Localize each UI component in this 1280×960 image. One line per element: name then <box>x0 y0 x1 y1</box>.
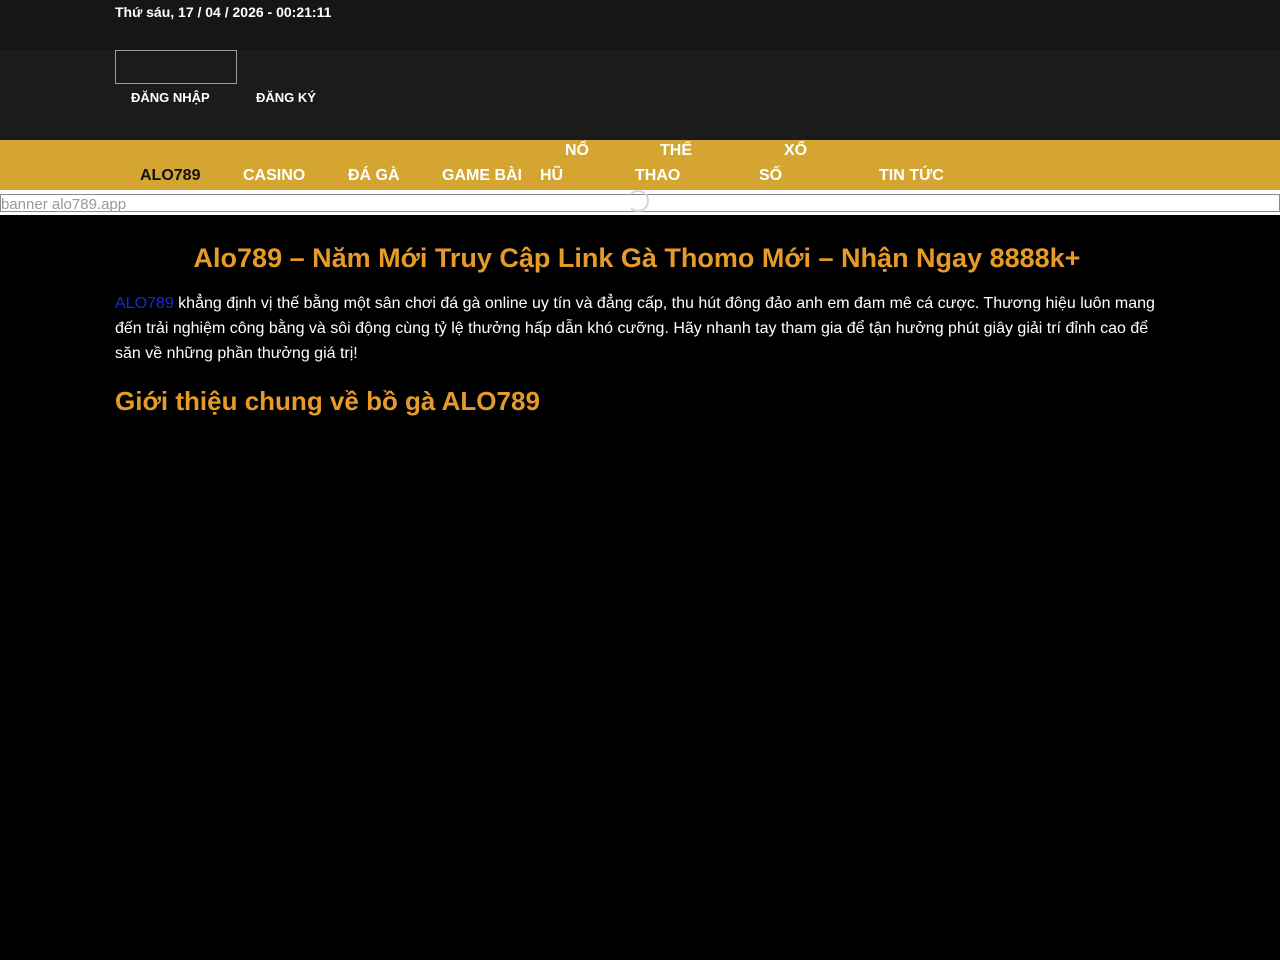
register-button[interactable]: ĐĂNG KÝ <box>256 90 316 105</box>
nav-item-da-ga[interactable]: ĐÁ GÀ <box>348 163 400 188</box>
current-datetime: Thứ sáu, 17 / 04 / 2026 - 00:21:11 <box>115 4 332 20</box>
nav-item-the-thao-line1: THỂ <box>660 142 692 159</box>
nav-item-no-hu-line1: NỔ <box>565 142 589 159</box>
nav-item-game-bai[interactable]: GAME BÀI <box>442 163 522 188</box>
nav-item-the-thao-line2: THAO <box>635 167 681 184</box>
nav-item-no-hu-line2: HŨ <box>540 167 564 184</box>
nav-item-alo789[interactable]: ALO789 <box>140 163 200 188</box>
nav-item-casino[interactable]: CASINO <box>243 163 305 188</box>
article-intro: ALO789 khẳng định vị thế bằng một sân ch… <box>115 291 1170 366</box>
nav-item-xo-so[interactable]: XỔ SỐ <box>759 138 819 188</box>
section-title: Giới thiệu chung về bồ gà ALO789 <box>115 386 540 416</box>
article-title: Alo789 – Năm Mới Truy Cập Link Gà Thomo … <box>193 243 1081 273</box>
login-button[interactable]: ĐĂNG NHẬP <box>131 90 210 105</box>
banner: banner alo789.app <box>0 190 1280 215</box>
banner-alt-text: banner alo789.app <box>1 196 127 213</box>
site-logo[interactable] <box>115 50 237 84</box>
intro-text: khẳng định vị thế bằng một sân chơi đá g… <box>115 295 1155 362</box>
nav-item-the-thao[interactable]: THỂ THAO <box>635 138 705 188</box>
nav-item-tin-tuc[interactable]: TIN TỨC <box>879 163 944 188</box>
site-header: ĐĂNG NHẬP ĐĂNG KÝ <box>0 50 1280 140</box>
nav-item-no-hu[interactable]: NỔ HŨ <box>540 138 600 188</box>
brand-link[interactable]: ALO789 <box>115 295 174 312</box>
nav-item-xo-so-line2: SỐ <box>759 167 783 184</box>
top-bar: Thứ sáu, 17 / 04 / 2026 - 00:21:11 <box>0 0 1280 50</box>
loading-spinner-icon <box>627 190 649 212</box>
main-nav: ALO789 CASINO ĐÁ GÀ GAME BÀI NỔ HŨ THỂ T… <box>0 140 1280 190</box>
nav-item-xo-so-line1: XỔ <box>784 142 808 159</box>
